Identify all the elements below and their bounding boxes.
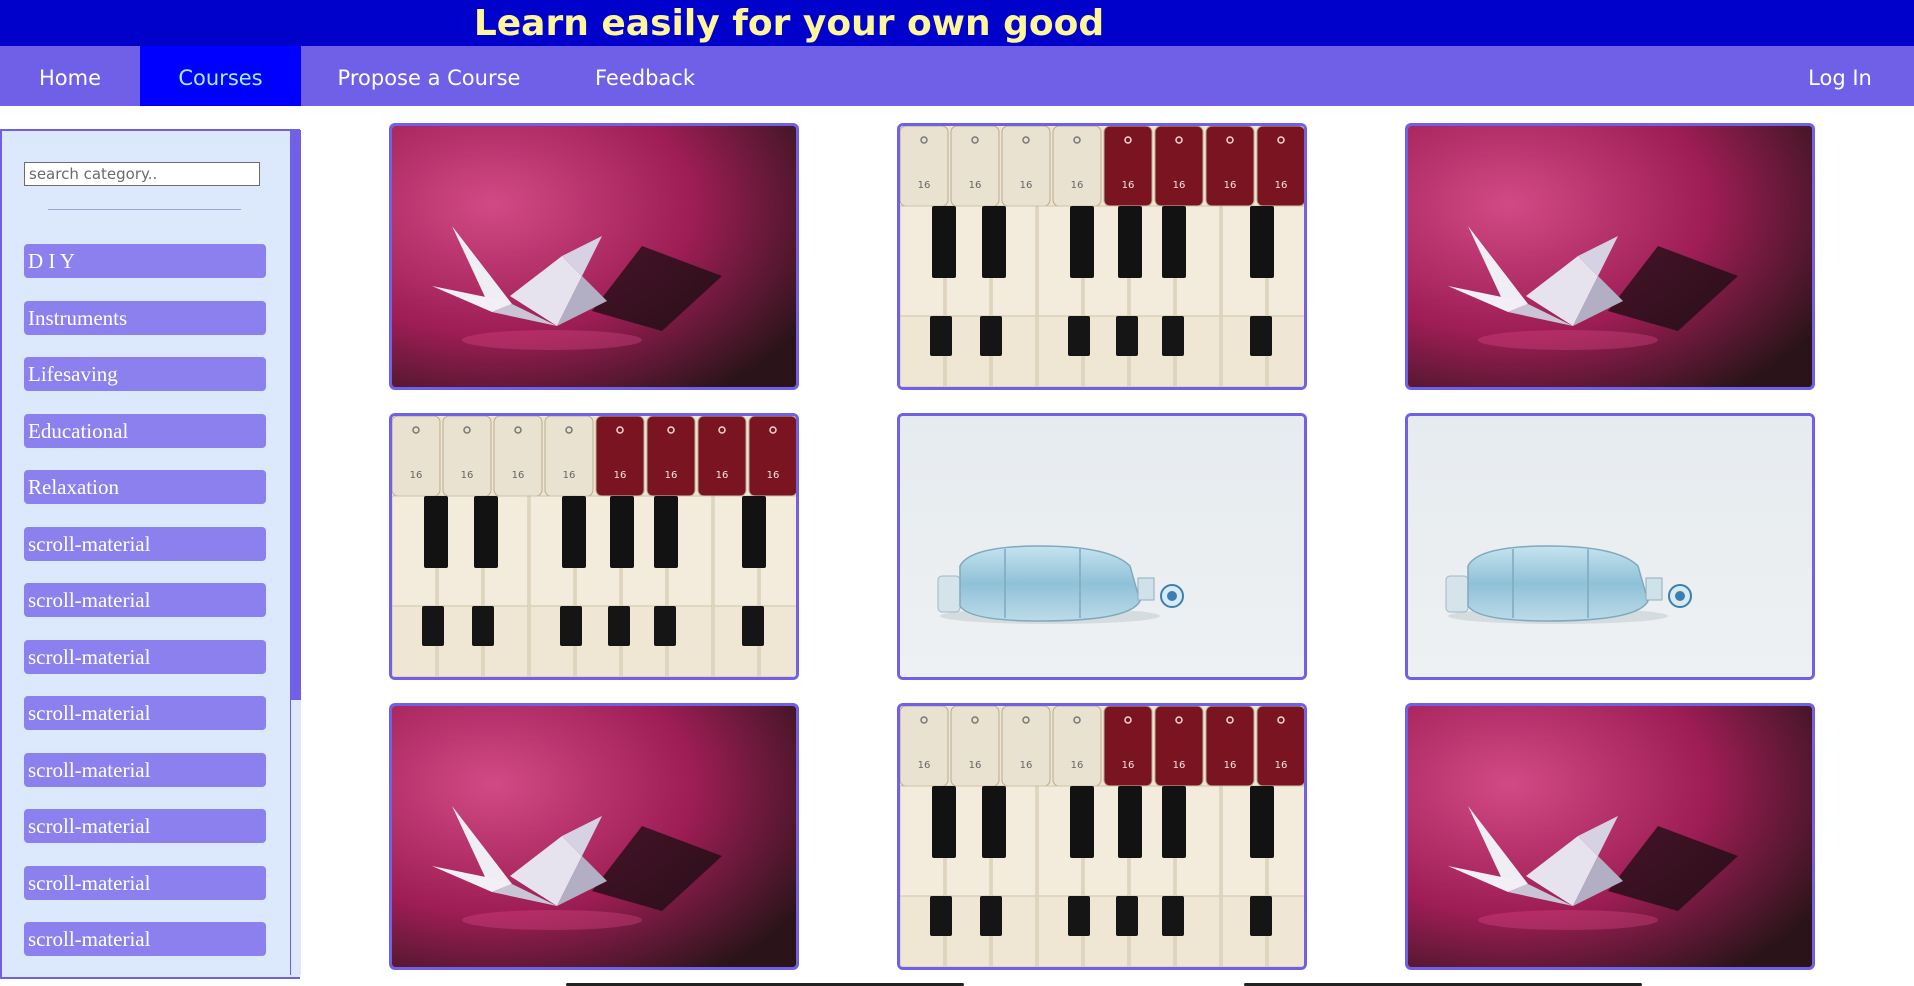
origami-crane-image [392, 126, 796, 387]
course-tile[interactable] [389, 123, 799, 390]
course-tile[interactable]: 16 16 16 16 16 16 16 16 [897, 123, 1307, 390]
svg-text:16: 16 [1071, 760, 1084, 771]
svg-text:16: 16 [1071, 180, 1084, 191]
svg-text:16: 16 [918, 760, 931, 771]
svg-text:16: 16 [1224, 760, 1237, 771]
resuscitator-bag-image [1408, 416, 1812, 677]
course-tile[interactable]: 16 16 16 16 16 16 16 16 [389, 413, 799, 680]
category-button[interactable]: Instruments [24, 300, 266, 335]
svg-text:16: 16 [410, 470, 423, 481]
svg-text:16: 16 [563, 470, 576, 481]
origami-crane-image [392, 706, 796, 967]
category-search-input[interactable] [24, 162, 260, 186]
site-banner: Learn easily for your own good [0, 0, 1914, 46]
course-tile[interactable] [1405, 123, 1815, 390]
category-button[interactable]: D I Y [24, 244, 266, 278]
category-button[interactable]: scroll-material [24, 922, 266, 956]
svg-text:16: 16 [1275, 180, 1288, 191]
organ-keys-image: 16 16 16 16 16 16 16 16 [900, 126, 1304, 387]
svg-text:16: 16 [1122, 180, 1135, 191]
svg-text:16: 16 [1275, 760, 1288, 771]
sidebar-scrollbar-thumb[interactable] [291, 130, 301, 700]
svg-text:16: 16 [665, 470, 678, 481]
nav-home[interactable]: Home [0, 46, 140, 106]
course-tile[interactable] [389, 703, 799, 970]
svg-text:16: 16 [918, 180, 931, 191]
svg-text:16: 16 [1122, 760, 1135, 771]
category-button[interactable]: Lifesaving [24, 357, 266, 391]
course-tile[interactable] [897, 413, 1307, 680]
resuscitator-bag-image [900, 416, 1304, 677]
svg-text:16: 16 [1020, 180, 1033, 191]
site-title: Learn easily for your own good [473, 3, 1105, 44]
category-button[interactable]: Relaxation [24, 470, 266, 504]
organ-keys-image: 16 16 16 16 16 16 16 16 [392, 416, 796, 677]
svg-text:16: 16 [716, 470, 729, 481]
svg-text:16: 16 [969, 760, 982, 771]
svg-text:16: 16 [1173, 180, 1186, 191]
svg-text:16: 16 [969, 180, 982, 191]
organ-keys-image: 16 16 16 16 16 16 16 16 [900, 706, 1304, 967]
svg-text:16: 16 [1224, 180, 1237, 191]
svg-text:16: 16 [614, 470, 627, 481]
svg-text:16: 16 [461, 470, 474, 481]
sidebar-scrollbar[interactable] [290, 130, 301, 975]
category-button[interactable]: scroll-material [24, 809, 266, 843]
origami-crane-image [1408, 126, 1812, 387]
course-tile[interactable] [1405, 413, 1815, 680]
nav-feedback[interactable]: Feedback [557, 46, 733, 106]
main-nav: Home Courses Propose a Course Feedback L… [0, 46, 1914, 106]
origami-crane-image [1408, 706, 1812, 967]
category-button[interactable]: scroll-material [24, 696, 266, 730]
category-button[interactable]: scroll-material [24, 583, 266, 617]
category-button[interactable]: scroll-material [24, 752, 266, 787]
nav-propose-course[interactable]: Propose a Course [301, 46, 557, 106]
category-button[interactable]: Educational [24, 413, 266, 448]
course-tile[interactable] [1405, 703, 1815, 970]
svg-text:16: 16 [767, 470, 780, 481]
course-tile[interactable]: 16 16 16 16 16 16 16 16 [897, 703, 1307, 970]
nav-courses[interactable]: Courses [140, 46, 301, 106]
nav-login[interactable]: Log In [1780, 46, 1900, 106]
svg-text:16: 16 [1173, 760, 1186, 771]
svg-text:16: 16 [512, 470, 525, 481]
svg-text:16: 16 [1020, 760, 1033, 771]
category-button[interactable]: scroll-material [24, 865, 266, 900]
category-button[interactable]: scroll-material [24, 526, 266, 561]
category-button[interactable]: scroll-material [24, 639, 266, 674]
sidebar-divider [48, 209, 241, 210]
